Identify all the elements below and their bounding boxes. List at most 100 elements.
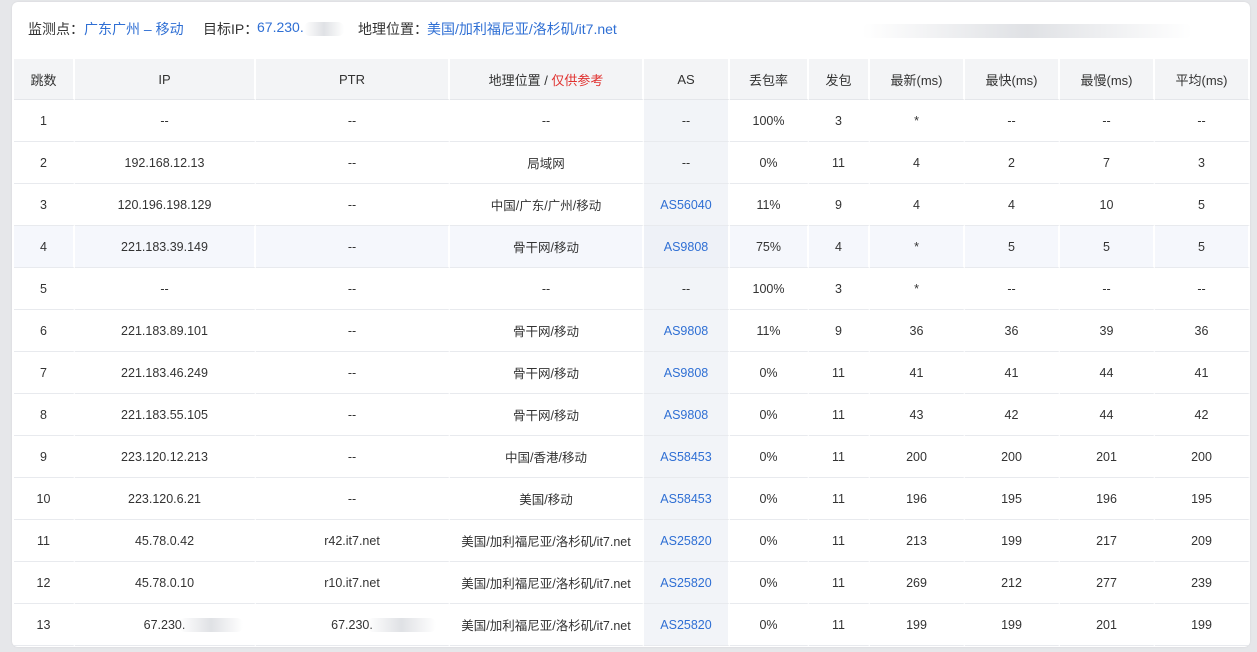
table-row[interactable]: 13 67.230. 67.230. 美国/加利福尼亚/洛杉矶/it7.net AS25… xyxy=(14,604,1250,646)
cell-worst: 217 xyxy=(1060,520,1155,562)
cell-worst: 201 xyxy=(1060,436,1155,478)
cell-sent: 9 xyxy=(809,184,870,226)
cell-avg: 42 xyxy=(1155,394,1250,436)
cell-hop: 13 xyxy=(14,604,75,646)
traceroute-card: 监测点： 广东广州 – 移动 目标IP： 67.230. 地理位置： 美国/加利… xyxy=(12,2,1250,647)
cell-hop: 7 xyxy=(14,352,75,394)
cell-ptr: -- xyxy=(256,100,450,142)
cell-avg: 195 xyxy=(1155,478,1250,520)
cell-worst: -- xyxy=(1060,100,1155,142)
table-row[interactable]: 1 -- -- -- -- 100% 3 * -- -- -- xyxy=(14,100,1250,142)
redaction-blur xyxy=(862,24,1192,38)
col-as: AS xyxy=(644,59,730,100)
cell-geo: 骨干网/移动 xyxy=(450,352,644,394)
table-row[interactable]: 4 221.183.39.149 -- 骨干网/移动 AS9808 75% 4 * 5 5 5 xyxy=(14,226,1250,268)
cell-avg: 5 xyxy=(1155,184,1250,226)
cell-hop: 9 xyxy=(14,436,75,478)
table-row[interactable]: 6 221.183.89.101 -- 骨干网/移动 AS9808 11% 9 36 36 39 3… xyxy=(14,310,1250,352)
geo-value[interactable]: 美国/加利福尼亚/洛杉矶/it7.net xyxy=(427,19,617,39)
cell-loss: 75% xyxy=(730,226,809,268)
cell-geo: 骨干网/移动 xyxy=(450,226,644,268)
cell-as[interactable]: AS9808 xyxy=(644,226,730,268)
cell-avg: 239 xyxy=(1155,562,1250,604)
cell-best: 2 xyxy=(965,142,1060,184)
cell-ip: -- xyxy=(75,100,256,142)
cell-ptr: -- xyxy=(256,268,450,310)
traceroute-table: 跳数 IP PTR 地理位置 / 仅供参考 AS 丢包率 发包 最新(ms) 最… xyxy=(14,59,1250,646)
cell-as[interactable]: AS25820 xyxy=(644,520,730,562)
cell-geo: 骨干网/移动 xyxy=(450,310,644,352)
cell-last: * xyxy=(870,100,965,142)
table-row[interactable]: 9 223.120.12.213 -- 中国/香港/移动 AS58453 0% 11 200 2… xyxy=(14,436,1250,478)
cell-best: 42 xyxy=(965,394,1060,436)
cell-last: 196 xyxy=(870,478,965,520)
table-row[interactable]: 10 223.120.6.21 -- 美国/移动 AS58453 0% 11 196 195 19… xyxy=(14,478,1250,520)
table-header-row: 跳数 IP PTR 地理位置 / 仅供参考 AS 丢包率 发包 最新(ms) 最… xyxy=(14,59,1250,100)
col-geo-separator: / xyxy=(540,72,552,88)
monitor-value[interactable]: 广东广州 – 移动 xyxy=(84,19,184,39)
cell-as: -- xyxy=(644,268,730,310)
table-row[interactable]: 12 45.78.0.10 r10.it7.net 美国/加利福尼亚/洛杉矶/it7.… xyxy=(14,562,1250,604)
col-last: 最新(ms) xyxy=(870,59,965,100)
col-best: 最快(ms) xyxy=(965,59,1060,100)
cell-sent: 11 xyxy=(809,604,870,646)
cell-as[interactable]: AS56040 xyxy=(644,184,730,226)
cell-sent: 3 xyxy=(809,100,870,142)
cell-sent: 3 xyxy=(809,268,870,310)
cell-ip: 221.183.39.149 xyxy=(75,226,256,268)
cell-ip: 221.183.55.105 xyxy=(75,394,256,436)
table-row[interactable]: 2 192.168.12.13 -- 局域网 -- 0% 11 4 2 7 3 xyxy=(14,142,1250,184)
redaction-blur xyxy=(367,618,437,632)
cell-ptr: r10.it7.net xyxy=(256,562,450,604)
col-sent: 发包 xyxy=(809,59,870,100)
cell-hop: 2 xyxy=(14,142,75,184)
cell-best: -- xyxy=(965,268,1060,310)
table-row[interactable]: 8 221.183.55.105 -- 骨干网/移动 AS9808 0% 11 43 42 44 4… xyxy=(14,394,1250,436)
cell-best: 41 xyxy=(965,352,1060,394)
table-row[interactable]: 3 120.196.198.129 -- 中国/广东/广州/移动 AS56040 11% 9… xyxy=(14,184,1250,226)
cell-hop: 11 xyxy=(14,520,75,562)
cell-as[interactable]: AS58453 xyxy=(644,478,730,520)
cell-worst: 196 xyxy=(1060,478,1155,520)
cell-ptr: -- xyxy=(256,436,450,478)
target-ip-value[interactable]: 67.230. xyxy=(257,19,304,35)
cell-as[interactable]: AS9808 xyxy=(644,394,730,436)
table-row[interactable]: 11 45.78.0.42 r42.it7.net 美国/加利福尼亚/洛杉矶/it7.… xyxy=(14,520,1250,562)
cell-sent: 4 xyxy=(809,226,870,268)
cell-as[interactable]: AS9808 xyxy=(644,310,730,352)
cell-ptr: 67.230. xyxy=(256,604,450,646)
cell-as[interactable]: AS25820 xyxy=(644,604,730,646)
cell-loss: 0% xyxy=(730,520,809,562)
cell-hop: 8 xyxy=(14,394,75,436)
redaction-blur xyxy=(178,618,244,632)
cell-last: 213 xyxy=(870,520,965,562)
cell-worst: 201 xyxy=(1060,604,1155,646)
cell-ip: 120.196.198.129 xyxy=(75,184,256,226)
cell-ip: 223.120.12.213 xyxy=(75,436,256,478)
col-ip: IP xyxy=(75,59,256,100)
cell-worst: 44 xyxy=(1060,352,1155,394)
geo-label: 地理位置： xyxy=(358,21,428,37)
cell-as[interactable]: AS9808 xyxy=(644,352,730,394)
cell-hop: 10 xyxy=(14,478,75,520)
cell-ptr: r42.it7.net xyxy=(256,520,450,562)
cell-ip: 221.183.89.101 xyxy=(75,310,256,352)
route-summary-bar: 监测点： 广东广州 – 移动 目标IP： 67.230. 地理位置： 美国/加利… xyxy=(12,2,1250,57)
cell-worst: 39 xyxy=(1060,310,1155,352)
cell-hop: 1 xyxy=(14,100,75,142)
cell-loss: 100% xyxy=(730,100,809,142)
cell-hop: 5 xyxy=(14,268,75,310)
cell-geo: 美国/加利福尼亚/洛杉矶/it7.net xyxy=(450,604,644,646)
cell-as[interactable]: AS25820 xyxy=(644,562,730,604)
cell-ip: 45.78.0.42 xyxy=(75,520,256,562)
cell-as[interactable]: AS58453 xyxy=(644,436,730,478)
cell-best: 4 xyxy=(965,184,1060,226)
cell-worst: -- xyxy=(1060,268,1155,310)
cell-ip: 192.168.12.13 xyxy=(75,142,256,184)
cell-geo: 局域网 xyxy=(450,142,644,184)
table-row[interactable]: 7 221.183.46.249 -- 骨干网/移动 AS9808 0% 11 41 41 44 4… xyxy=(14,352,1250,394)
col-geo-label: 地理位置 xyxy=(488,72,541,88)
cell-hop: 6 xyxy=(14,310,75,352)
table-row[interactable]: 5 -- -- -- -- 100% 3 * -- -- -- xyxy=(14,268,1250,310)
cell-loss: 11% xyxy=(730,310,809,352)
